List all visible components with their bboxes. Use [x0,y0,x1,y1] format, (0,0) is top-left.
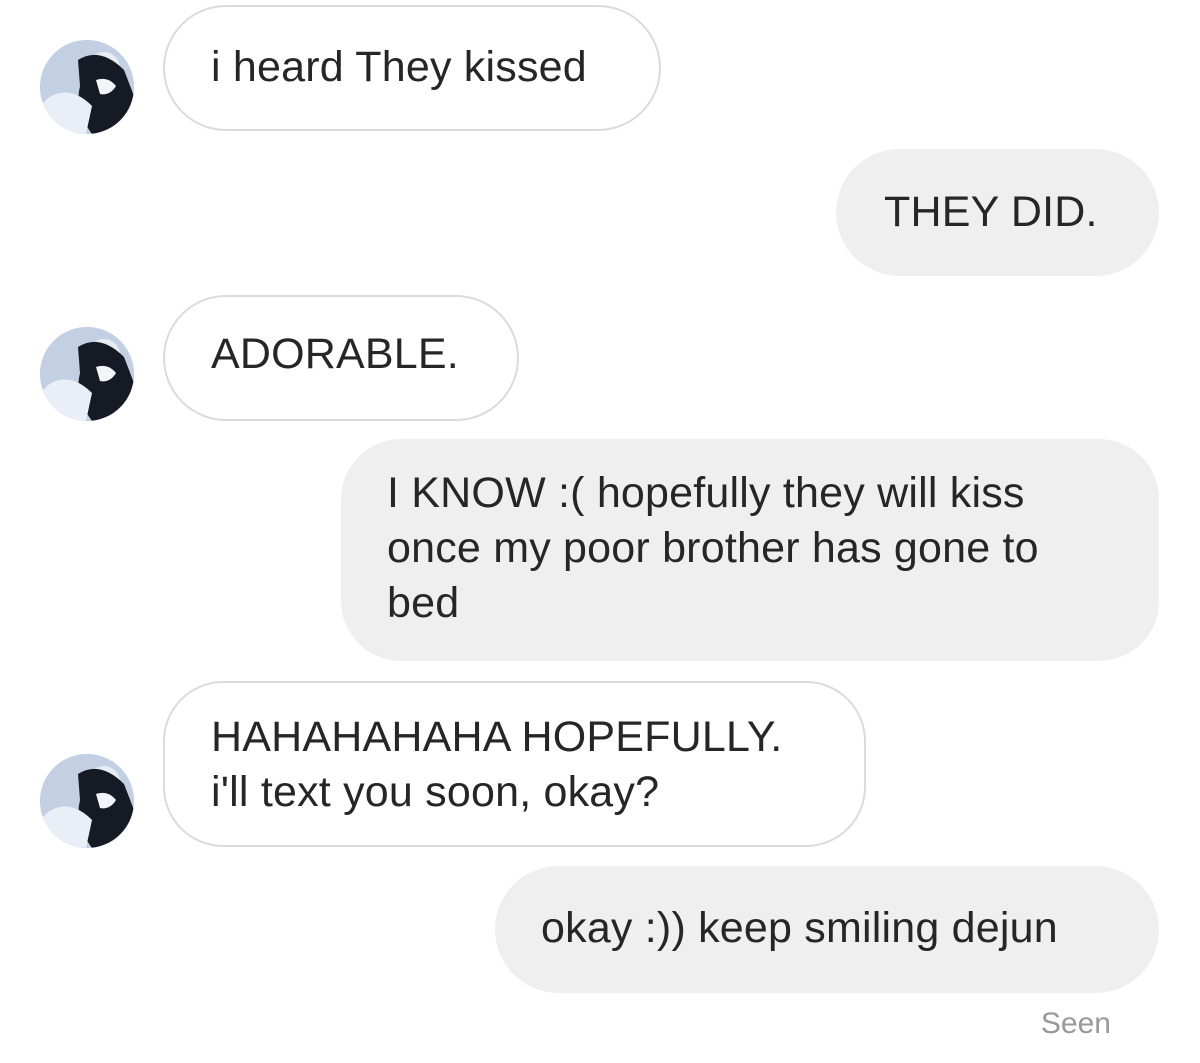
message-text: ADORABLE. [211,330,459,378]
message-text-line: once my poor brother has gone to [387,524,1039,572]
message-bubble-outgoing[interactable]: I KNOW :( hopefully they will kiss once … [341,439,1159,661]
contact-avatar[interactable] [40,754,134,848]
message-text-line: i'll text you soon, okay? [211,768,660,816]
message-text: i heard They kissed [211,43,587,91]
message-bubble-incoming[interactable]: ADORABLE. [163,295,519,421]
message-bubble-outgoing[interactable]: okay :)) keep smiling dejun [495,866,1159,993]
contact-avatar[interactable] [40,327,134,421]
message-thread: i heard They kissed THEY DID. ADORABLE. … [0,0,1200,1063]
seen-status: Seen [1040,1007,1111,1040]
message-text: THEY DID. [884,188,1098,236]
message-bubble-incoming[interactable]: i heard They kissed [163,5,661,131]
avatar-photo-icon [40,754,134,848]
message-text-line: HAHAHAHAHA HOPEFULLY. [211,713,783,761]
message-bubble-incoming[interactable]: HAHAHAHAHA HOPEFULLY. i'll text you soon… [163,681,866,847]
message-text-line: bed [387,579,460,627]
avatar-photo-icon [40,327,134,421]
message-text-line: I KNOW :( hopefully they will kiss [387,469,1025,517]
message-text: okay :)) keep smiling dejun [541,904,1058,952]
contact-avatar[interactable] [40,40,134,134]
avatar-photo-icon [40,40,134,134]
message-bubble-outgoing[interactable]: THEY DID. [836,149,1159,276]
